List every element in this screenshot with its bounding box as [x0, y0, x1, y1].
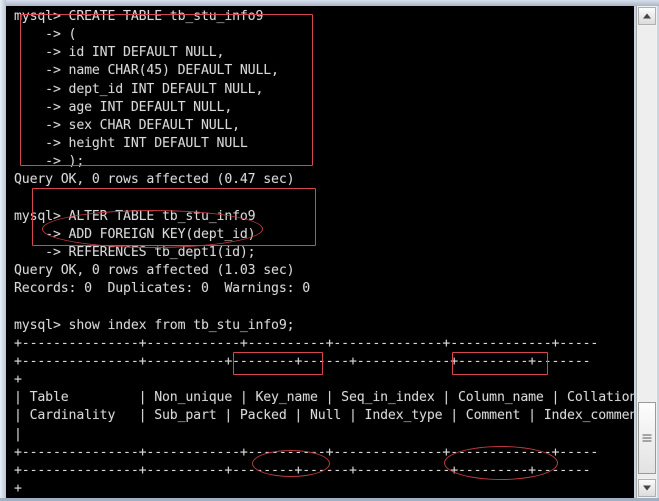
scrollbar-thumb[interactable]: [638, 402, 656, 474]
scroll-up-arrow-icon[interactable]: [638, 7, 656, 25]
scroll-down-arrow-icon[interactable]: [638, 479, 656, 497]
triangle-down-icon: [643, 485, 651, 491]
console-text: mysql> CREATE TABLE tb_stu_info9 -> ( ->…: [14, 9, 634, 497]
vertical-scrollbar[interactable]: [636, 6, 657, 498]
console-output-area[interactable]: mysql> CREATE TABLE tb_stu_info9 -> ( ->…: [6, 6, 634, 498]
triangle-up-icon: [643, 13, 651, 19]
terminal-window: mysql> CREATE TABLE tb_stu_info9 -> ( ->…: [0, 0, 659, 501]
grip-lines-icon: [642, 434, 652, 442]
